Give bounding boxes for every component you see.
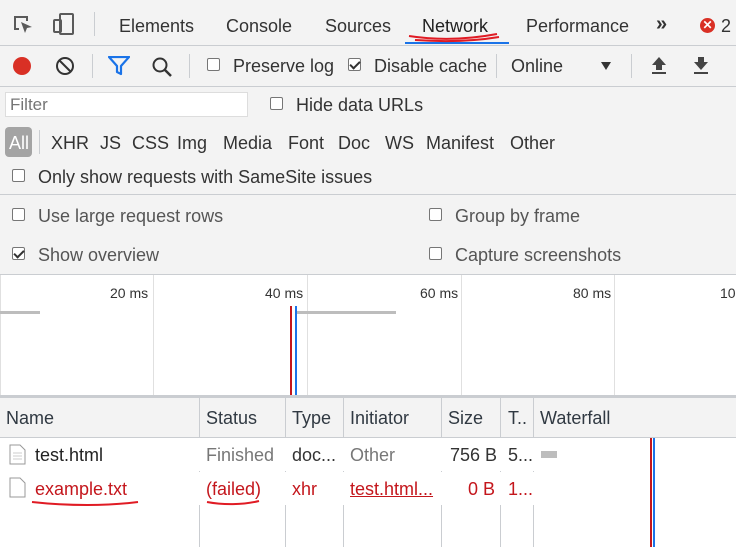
overview-gridline bbox=[461, 275, 462, 395]
type-filter-js[interactable]: JS bbox=[100, 132, 121, 154]
toolbar-divider bbox=[189, 54, 190, 78]
request-initiator: Other bbox=[350, 445, 396, 465]
tab-console[interactable]: Console bbox=[226, 15, 292, 37]
error-count: 2 bbox=[721, 16, 732, 36]
column-header-time[interactable]: T.. bbox=[508, 407, 527, 429]
type-filter-ws[interactable]: WS bbox=[385, 132, 414, 154]
group-by-frame-checkbox[interactable] bbox=[429, 208, 442, 221]
request-time: 5... bbox=[508, 445, 534, 465]
overview-gridline bbox=[614, 275, 615, 395]
type-filter-all-label: All bbox=[9, 133, 30, 153]
request-time: 1... bbox=[508, 479, 534, 499]
overview-tick-100ms: 100 bbox=[720, 285, 736, 301]
record-icon[interactable] bbox=[13, 57, 31, 75]
preserve-log-label: Preserve log bbox=[233, 56, 335, 76]
type-filter-manifest[interactable]: Manifest bbox=[426, 132, 494, 154]
type-filter-other[interactable]: Other bbox=[510, 132, 555, 154]
toolbar-divider bbox=[631, 54, 632, 78]
large-rows-label: Use large request rows bbox=[38, 206, 224, 226]
clear-icon[interactable] bbox=[55, 56, 75, 76]
large-rows-checkbox[interactable] bbox=[12, 208, 25, 221]
device-toolbar-icon[interactable] bbox=[52, 12, 76, 36]
hide-data-urls-checkbox[interactable] bbox=[270, 97, 283, 110]
show-overview-label: Show overview bbox=[38, 245, 160, 265]
overview-tick-20ms: 20 ms bbox=[110, 285, 149, 301]
preserve-log-checkbox[interactable] bbox=[207, 58, 220, 71]
type-filter-font[interactable]: Font bbox=[288, 132, 324, 154]
overview-gridline bbox=[307, 275, 308, 395]
export-har-icon[interactable] bbox=[692, 55, 710, 75]
more-tabs-icon[interactable]: » bbox=[656, 13, 667, 35]
annotation-example-underline bbox=[31, 501, 139, 506]
overview-request-bar bbox=[0, 311, 40, 314]
overview-gridline bbox=[0, 275, 1, 395]
error-icon[interactable]: ✕ bbox=[700, 18, 715, 33]
overview-request-bar bbox=[296, 311, 396, 314]
overview-gridline bbox=[153, 275, 154, 395]
waterfall-domcontentloaded-marker bbox=[653, 438, 655, 547]
tab-sources[interactable]: Sources bbox=[325, 15, 391, 37]
toolbar-divider bbox=[92, 54, 93, 78]
annotation-failed-underline bbox=[206, 500, 260, 506]
type-filter-divider bbox=[39, 130, 40, 154]
show-overview-checkbox[interactable] bbox=[12, 247, 25, 260]
column-header-initiator[interactable]: Initiator bbox=[350, 407, 409, 429]
overview-tick-60ms: 60 ms bbox=[420, 285, 459, 301]
overview-tick-80ms: 80 ms bbox=[573, 285, 612, 301]
type-filter-media[interactable]: Media bbox=[223, 132, 272, 154]
tab-bar-divider bbox=[94, 12, 95, 36]
request-status: Finished bbox=[206, 445, 275, 465]
capture-screenshots-label: Capture screenshots bbox=[455, 245, 622, 265]
column-header-status[interactable]: Status bbox=[206, 407, 257, 429]
filter-icon[interactable] bbox=[108, 56, 130, 76]
tab-elements[interactable]: Elements bbox=[119, 15, 194, 37]
disable-cache-checkbox[interactable] bbox=[348, 58, 361, 71]
blank-file-icon bbox=[9, 477, 26, 498]
column-header-name[interactable]: Name bbox=[6, 407, 54, 429]
disable-cache-label: Disable cache bbox=[374, 56, 488, 76]
toolbar-divider bbox=[496, 54, 497, 78]
column-header-waterfall[interactable]: Waterfall bbox=[540, 407, 610, 429]
filter-input[interactable] bbox=[5, 92, 248, 117]
column-header-type[interactable]: Type bbox=[292, 407, 331, 429]
request-size: 756 B bbox=[450, 445, 498, 465]
document-file-icon bbox=[9, 444, 26, 465]
waterfall-load-marker bbox=[650, 438, 652, 547]
type-filter-img[interactable]: Img bbox=[177, 132, 207, 154]
overview-domcontentloaded-marker bbox=[295, 306, 297, 395]
type-filter-css[interactable]: CSS bbox=[132, 132, 169, 154]
type-filter-doc[interactable]: Doc bbox=[338, 132, 370, 154]
request-type: xhr bbox=[292, 479, 318, 499]
search-icon[interactable] bbox=[151, 56, 173, 78]
import-har-icon[interactable] bbox=[650, 55, 668, 75]
samesite-checkbox[interactable] bbox=[12, 169, 25, 182]
request-initiator-link[interactable]: test.html... bbox=[350, 478, 438, 500]
hide-data-urls-label: Hide data URLs bbox=[296, 95, 424, 115]
waterfall-bar bbox=[541, 451, 557, 458]
inspect-element-icon[interactable] bbox=[12, 14, 34, 36]
samesite-label: Only show requests with SameSite issues bbox=[38, 167, 373, 187]
annotation-network-underline bbox=[408, 33, 500, 42]
request-type: doc... bbox=[292, 445, 337, 465]
overview-load-marker bbox=[290, 306, 292, 395]
request-size: 0 B bbox=[468, 479, 496, 499]
overview-tick-40ms: 40 ms bbox=[265, 285, 304, 301]
column-header-size[interactable]: Size bbox=[448, 407, 483, 429]
type-filter-xhr[interactable]: XHR bbox=[51, 132, 89, 154]
throttling-select[interactable]: Online bbox=[511, 55, 563, 77]
group-by-frame-label: Group by frame bbox=[455, 206, 581, 226]
request-name[interactable]: test.html bbox=[35, 444, 103, 466]
capture-screenshots-checkbox[interactable] bbox=[429, 247, 442, 260]
chevron-down-icon[interactable] bbox=[600, 61, 612, 71]
tab-performance[interactable]: Performance bbox=[526, 15, 629, 37]
